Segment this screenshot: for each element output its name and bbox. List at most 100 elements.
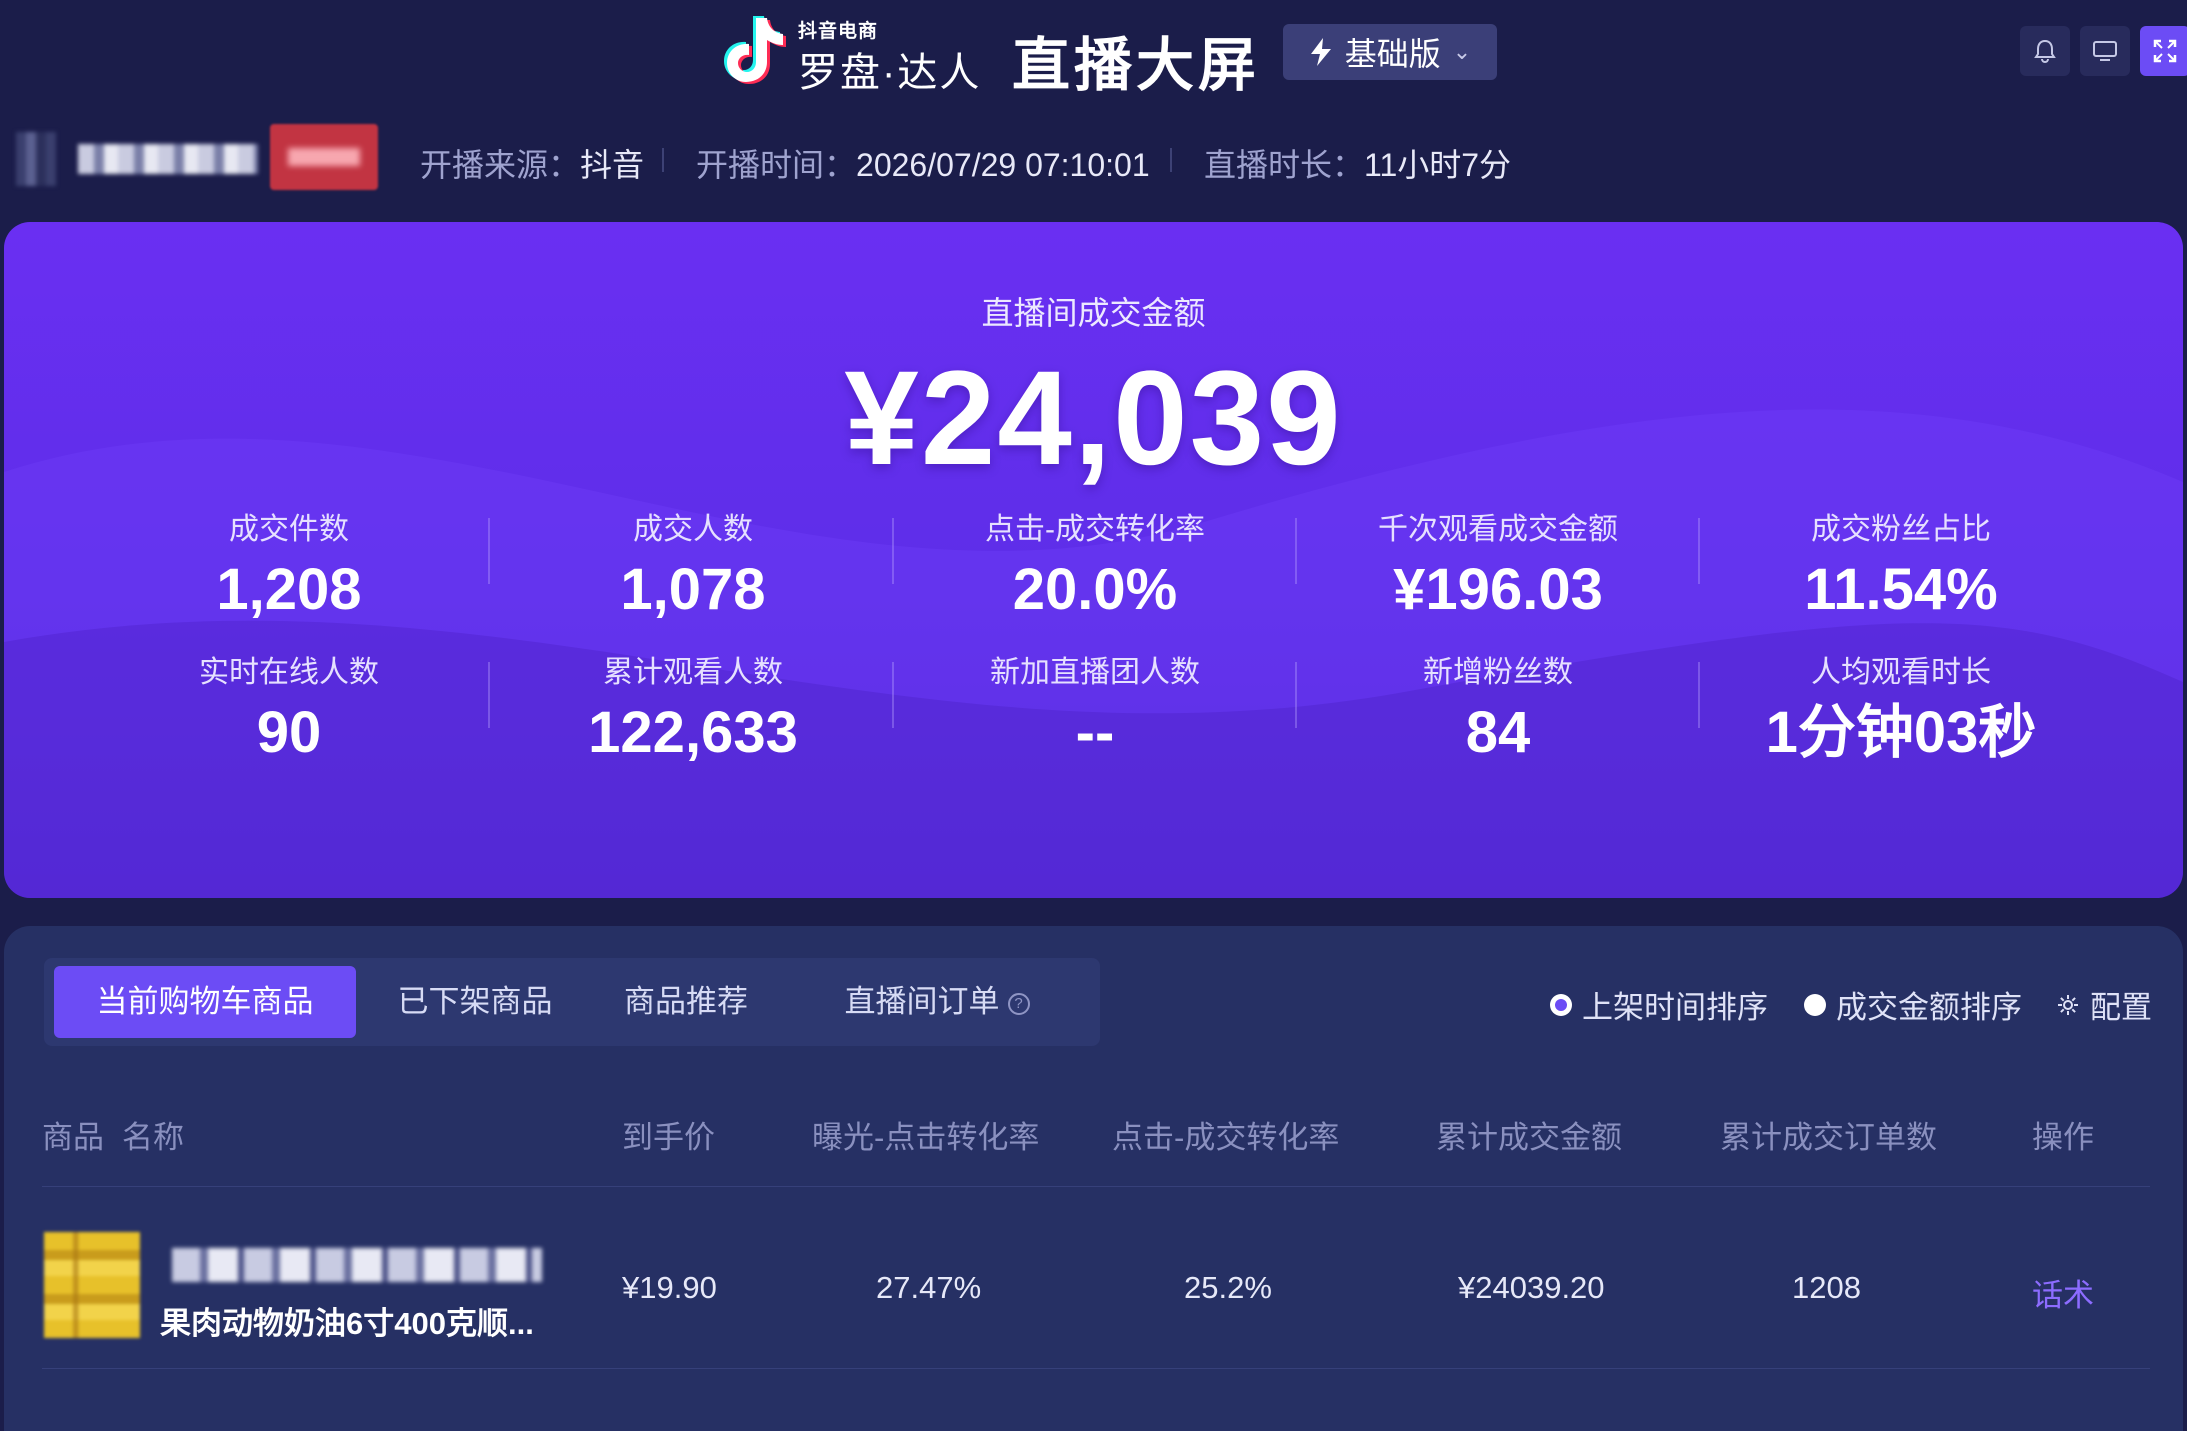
product-total-amount: ¥24039.20 [1458,1270,1605,1305]
product-price: ¥19.90 [622,1270,717,1305]
metric-label: 新增粉丝数 [1423,656,1573,689]
bell-icon [2034,39,2056,64]
metric-label: 新加直播团人数 [990,656,1200,689]
divider [1698,662,1700,728]
live-source: 开播来源：抖音 [420,140,644,186]
divider [1295,518,1297,584]
metric-label: 成交件数 [229,513,349,546]
live-source-label: 开播来源： [420,147,581,183]
metric-total-viewers: 累计观看人数 122,633 [491,647,895,765]
product-name[interactable]: 果肉动物奶油6寸400克顺... [160,1298,534,1343]
column-header[interactable]: 到手价 [622,1112,715,1157]
gear-icon [2058,994,2078,1015]
metric-label: 千次观看成交金额 [1378,513,1618,546]
sort-label: 成交金额排序 [1836,990,2022,1025]
product-thumbnail[interactable] [44,1232,140,1338]
divider [488,518,490,584]
divider [42,1186,2150,1187]
live-dashboard: 抖音电商 罗盘·达人 直播大屏 基础版 ⌄ 开播来源：抖音 开播时间：2026/… [0,0,2187,1431]
divider [1170,148,1172,172]
metric-label: 点击-成交转化率 [985,513,1205,546]
tab-current-cart[interactable]: 当前购物车商品 [54,966,356,1038]
tiktok-logo-icon [724,16,786,84]
products-panel: 当前购物车商品 已下架商品 商品推荐 直播间订单? 上架时间排序 成交金额排序 … [4,926,2183,1431]
live-duration: 直播时长：11小时7分 [1204,140,1511,186]
account-name-redacted [78,144,258,174]
column-header: 名称 [122,1120,184,1155]
product-title-redacted [172,1248,542,1282]
tab-live-orders-label: 直播间订单 [844,984,1000,1019]
tab-removed-products[interactable]: 已下架商品 [370,966,580,1038]
chevron-down-icon: ⌄ [1452,39,1472,64]
tab-recommended[interactable]: 商品推荐 [594,966,778,1038]
tab-live-orders[interactable]: 直播间订单? [792,966,1082,1038]
radio-unselected[interactable] [1804,993,1826,1016]
product-tabs: 当前购物车商品 已下架商品 商品推荐 直播间订单? [44,958,1100,1046]
product-exposure-click-rate: 27.47% [876,1270,982,1305]
column-header[interactable]: 点击-成交转化率 [1112,1112,1339,1157]
version-label: 基础版 [1344,36,1441,72]
column-header[interactable]: 累计成交订单数 [1720,1112,1937,1157]
metric-label: 成交粉丝占比 [1811,513,1991,546]
metric-value: 84 [1465,700,1531,765]
sort-by-listing-time[interactable]: 上架时间排序 [1550,982,1768,1027]
column-header[interactable]: 曝光-点击转化率 [812,1112,1039,1157]
radio-selected[interactable] [1550,993,1572,1016]
metric-value: ¥196.03 [1393,557,1603,622]
version-dropdown[interactable]: 基础版 ⌄ [1283,24,1497,80]
divider [1698,518,1700,584]
script-link[interactable]: 话术 [2032,1270,2094,1315]
metric-avg-watch-time: 人均观看时长 1分钟03秒 [1699,647,2103,765]
screen-mode-button[interactable] [2080,26,2130,76]
logo-subtitle: 抖音电商 [798,21,879,42]
metric-value: 1分钟03秒 [1765,700,2037,765]
page-title: 直播大屏 [1012,33,1261,98]
avatar [16,132,56,186]
metric-value: 122,633 [588,700,798,765]
column-header: 操作 [2032,1120,2094,1155]
config-button[interactable]: 配置 [2056,982,2152,1027]
live-source-value: 抖音 [580,147,645,183]
metric-label: 人均观看时长 [1811,656,1991,689]
metric-value: 1,208 [216,557,362,622]
metric-label: 累计观看人数 [603,656,783,689]
metric-value: 20.0% [1012,557,1178,622]
live-duration-label: 直播时长： [1204,147,1365,183]
column-header[interactable]: 累计成交金额 [1436,1112,1622,1157]
sort-label: 上架时间排序 [1582,990,1768,1025]
live-info-row: 开播来源：抖音 开播时间：2026/07/29 07:10:01 直播时长：11… [0,124,2187,194]
config-label: 配置 [2090,990,2152,1025]
fullscreen-icon [2153,39,2177,63]
lightning-icon [1310,38,1331,66]
metric-buyers: 成交人数 1,078 [491,504,895,622]
notification-button[interactable] [2020,26,2070,76]
live-start-value: 2026/07/29 07:10:01 [856,147,1150,183]
gmv-amount: ¥24,039 [844,344,1343,493]
metric-value: 1,078 [620,557,766,622]
monitor-icon [2093,41,2117,61]
help-circle-icon[interactable]: ? [1007,992,1030,1015]
divider [1295,662,1297,728]
metric-new-followers: 新增粉丝数 84 [1296,647,1700,765]
metric-gpm: 千次观看成交金额 ¥196.03 [1296,504,1700,622]
metric-value: -- [1075,700,1115,765]
metric-items-sold: 成交件数 1,208 [87,504,491,622]
gmv-label: 直播间成交金额 [981,295,1206,331]
divider [488,662,490,728]
live-status-badge [270,124,378,190]
metric-click-deal-rate: 点击-成交转化率 20.0% [893,504,1297,622]
metric-value: 90 [256,700,322,765]
divider [892,518,894,584]
metric-online-users: 实时在线人数 90 [87,647,491,765]
logo-title: 罗盘·达人 [798,51,982,95]
top-bar: 抖音电商 罗盘·达人 直播大屏 基础版 ⌄ [0,0,2187,108]
product-total-orders: 1208 [1792,1270,1861,1305]
metric-fan-deal-ratio: 成交粉丝占比 11.54% [1699,504,2103,622]
live-duration-value: 11小时7分 [1364,147,1512,183]
metric-label: 实时在线人数 [199,656,379,689]
fullscreen-button[interactable] [2140,26,2187,76]
sort-by-gmv[interactable]: 成交金额排序 [1804,982,2022,1027]
divider [42,1368,2150,1369]
gmv-summary-card: 直播间成交金额 ¥24,039 成交件数 1,208 成交人数 1,078 点击… [4,222,2183,898]
column-header: 商品 [42,1120,104,1155]
